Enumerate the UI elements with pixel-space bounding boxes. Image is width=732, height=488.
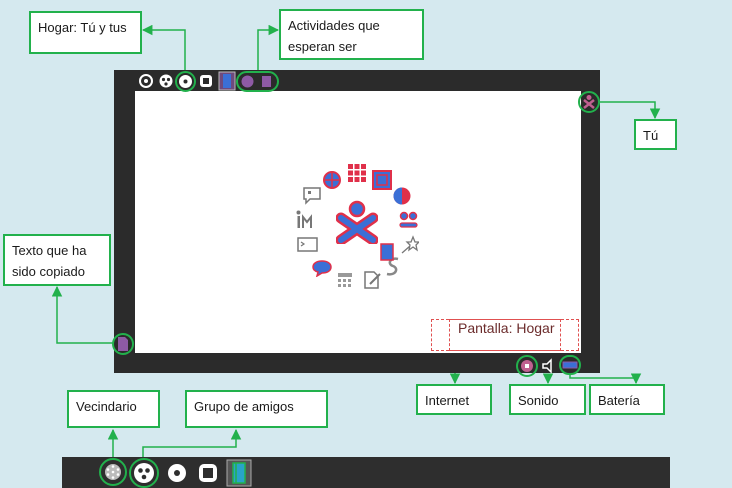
neighborhood-icon[interactable] [138,73,154,89]
callout-grupo-text: Grupo de amigos [194,399,294,414]
arrow-grupo [142,428,242,458]
journal-icon[interactable] [218,71,236,91]
terminal-icon[interactable] [297,237,319,253]
callout-texto-text: Texto que ha sido copiado [12,243,87,279]
arrow-tu [600,101,661,120]
callout-tu-text: Tú [643,128,659,143]
activity-circle-icon[interactable] [240,74,255,89]
browse-icon[interactable] [322,170,342,190]
callout-sonido-text: Sonido [518,393,559,408]
friends-icon[interactable] [158,73,174,89]
network-icon[interactable] [519,358,535,374]
calculate-grid-icon[interactable] [337,272,353,290]
speaker-icon[interactable] [540,357,558,375]
callout-sonido: Sonido [509,384,586,415]
callout-actividades: Actividades que esperan ser [279,9,424,60]
write-icon[interactable] [362,270,382,290]
battery-icon[interactable] [562,359,578,371]
callout-hogar: Hogar: Tú y tus [29,11,142,54]
pippy-icon[interactable] [372,170,392,190]
callout-internet-text: Internet [425,393,470,408]
callout-actividades-text: Actividades que esperan ser [288,18,380,54]
clipboard-text-icon[interactable] [116,336,130,352]
arrow-texto [51,285,114,344]
activity-view-icon[interactable] [199,74,213,88]
bottom-home-icon[interactable] [166,462,188,484]
callout-grupo: Grupo de amigos [185,390,328,428]
ring-journal-icon[interactable] [380,243,394,261]
bottom-activity-view-icon[interactable] [197,462,219,484]
star-icon[interactable] [399,235,419,255]
read-icon[interactable] [295,209,317,231]
callout-vecindario: Vecindario [67,390,160,428]
callout-hogar-text: Hogar: Tú y tus [38,20,127,35]
bottom-friends-icon[interactable] [133,462,155,484]
arrow-hogar [141,24,186,70]
arrow-bateria [569,373,642,385]
callout-bateria-text: Batería [598,393,640,408]
callout-texto: Texto que ha sido copiado [3,234,111,286]
bottom-journal-icon[interactable] [226,459,252,487]
xo-user-icon[interactable] [581,94,597,110]
callout-tu: Tú [634,119,677,150]
record-icon[interactable] [392,186,412,206]
arrow-actividades [257,24,280,72]
home-icon[interactable] [178,74,193,89]
callout-vecindario-text: Vecindario [76,399,137,414]
callout-bateria: Batería [589,384,665,415]
screen-label: Pantalla: Hogar [458,320,555,336]
bottom-neighborhood-icon[interactable] [103,462,123,482]
callout-internet: Internet [416,384,492,415]
chat-icon[interactable] [311,259,333,277]
paint-icon[interactable] [302,186,322,206]
activity-square-icon[interactable] [259,74,274,89]
memorize-icon[interactable] [347,163,367,183]
xo-center-icon[interactable] [336,200,378,244]
speak-icon[interactable] [398,211,420,229]
